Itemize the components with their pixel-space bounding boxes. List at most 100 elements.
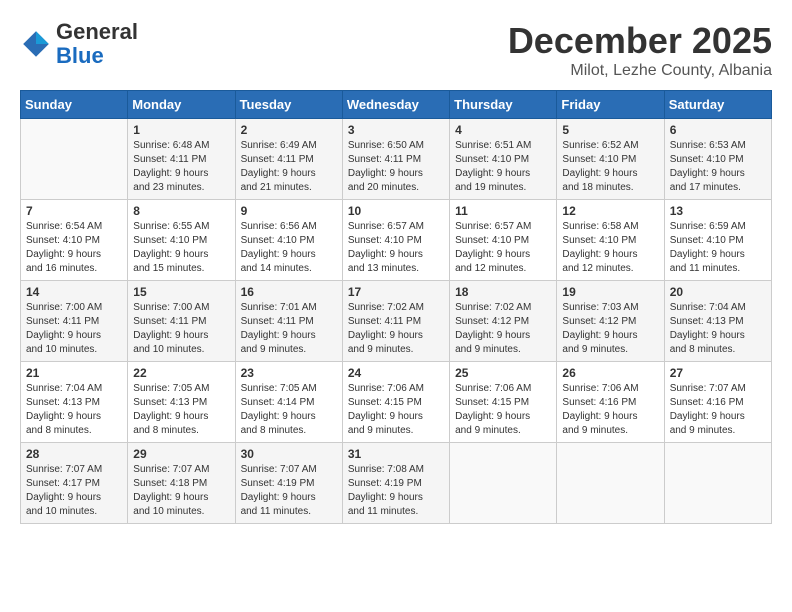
day-info: Sunrise: 7:06 AM Sunset: 4:15 PM Dayligh… <box>455 382 551 438</box>
day-info: Sunrise: 7:00 AM Sunset: 4:11 PM Dayligh… <box>133 301 229 357</box>
day-number: 29 <box>133 447 229 461</box>
day-number: 24 <box>348 366 444 380</box>
calendar-cell: 14Sunrise: 7:00 AM Sunset: 4:11 PM Dayli… <box>21 281 128 362</box>
calendar-table: SundayMondayTuesdayWednesdayThursdayFrid… <box>20 90 772 524</box>
day-info: Sunrise: 7:05 AM Sunset: 4:13 PM Dayligh… <box>133 382 229 438</box>
day-info: Sunrise: 7:07 AM Sunset: 4:18 PM Dayligh… <box>133 463 229 519</box>
calendar-cell: 30 Sunrise: 7:07 AM Sunset: 4:19 PM Dayli… <box>235 443 342 524</box>
day-number: 6 <box>670 123 766 137</box>
day-number: 26 <box>562 366 658 380</box>
day-number: 19 <box>562 285 658 299</box>
calendar-cell: 29 Sunrise: 7:07 AM Sunset: 4:18 PM Dayli… <box>128 443 235 524</box>
calendar-cell: 4 Sunrise: 6:51 AM Sunset: 4:10 PM Daylig… <box>450 119 557 200</box>
calendar-cell: 16 Sunrise: 7:01 AM Sunset: 4:11 PM Dayli… <box>235 281 342 362</box>
logo-general-text: General <box>56 19 138 44</box>
day-info: Sunrise: 6:48 AM Sunset: 4:11 PM Dayligh… <box>133 139 229 195</box>
day-number: 27 <box>670 366 766 380</box>
day-number: 5 <box>562 123 658 137</box>
page-header: General Blue December 2025 Milot, Lezhe … <box>20 20 772 80</box>
calendar-cell: 15 Sunrise: 7:00 AM Sunset: 4:11 PM Dayli… <box>128 281 235 362</box>
col-header-sunday: Sunday <box>21 91 128 119</box>
col-header-wednesday: Wednesday <box>342 91 449 119</box>
col-header-tuesday: Tuesday <box>235 91 342 119</box>
calendar-cell <box>664 443 771 524</box>
calendar-cell: 21Sunrise: 7:04 AM Sunset: 4:13 PM Dayli… <box>21 362 128 443</box>
calendar-cell: 10Sunrise: 6:57 AM Sunset: 4:10 PM Dayli… <box>342 200 449 281</box>
calendar-cell: 19 Sunrise: 7:03 AM Sunset: 4:12 PM Dayli… <box>557 281 664 362</box>
calendar-cell: 2 Sunrise: 6:49 AM Sunset: 4:11 PM Daylig… <box>235 119 342 200</box>
day-number: 25 <box>455 366 551 380</box>
day-info: Sunrise: 6:49 AM Sunset: 4:11 PM Dayligh… <box>241 139 337 195</box>
calendar-cell: 5 Sunrise: 6:52 AM Sunset: 4:10 PM Daylig… <box>557 119 664 200</box>
calendar-cell <box>450 443 557 524</box>
calendar-cell: 28 Sunrise: 7:07 AM Sunset: 4:17 PM Dayli… <box>21 443 128 524</box>
calendar-cell: 11 Sunrise: 6:57 AM Sunset: 4:10 PM Dayli… <box>450 200 557 281</box>
calendar-cell <box>557 443 664 524</box>
day-number: 20 <box>670 285 766 299</box>
day-number: 4 <box>455 123 551 137</box>
day-info: Sunrise: 7:01 AM Sunset: 4:11 PM Dayligh… <box>241 301 337 357</box>
calendar-week-row: 7Sunrise: 6:54 AM Sunset: 4:10 PM Daylig… <box>21 200 772 281</box>
day-number: 18 <box>455 285 551 299</box>
day-info: Sunrise: 7:03 AM Sunset: 4:12 PM Dayligh… <box>562 301 658 357</box>
logo: General Blue <box>20 20 138 68</box>
location-title: Milot, Lezhe County, Albania <box>508 62 772 80</box>
day-info: Sunrise: 6:56 AM Sunset: 4:10 PM Dayligh… <box>241 220 337 276</box>
day-info: Sunrise: 6:58 AM Sunset: 4:10 PM Dayligh… <box>562 220 658 276</box>
day-info: Sunrise: 6:52 AM Sunset: 4:10 PM Dayligh… <box>562 139 658 195</box>
day-number: 7 <box>26 204 122 218</box>
calendar-cell: 25 Sunrise: 7:06 AM Sunset: 4:15 PM Dayli… <box>450 362 557 443</box>
day-number: 30 <box>241 447 337 461</box>
calendar-cell: 23Sunrise: 7:05 AM Sunset: 4:14 PM Dayli… <box>235 362 342 443</box>
day-number: 21 <box>26 366 122 380</box>
calendar-cell: 26 Sunrise: 7:06 AM Sunset: 4:16 PM Dayli… <box>557 362 664 443</box>
day-number: 11 <box>455 204 551 218</box>
day-info: Sunrise: 7:06 AM Sunset: 4:16 PM Dayligh… <box>562 382 658 438</box>
day-info: Sunrise: 7:06 AM Sunset: 4:15 PM Dayligh… <box>348 382 444 438</box>
day-number: 17 <box>348 285 444 299</box>
logo-blue-text: Blue <box>56 43 104 68</box>
calendar-week-row: 14 Sunrise: 7:00 AM Sunset: 4:11 PM Dayli… <box>21 281 772 362</box>
calendar-cell: 18 Sunrise: 7:02 AM Sunset: 4:12 PM Dayli… <box>450 281 557 362</box>
calendar-cell: 6Sunrise: 6:53 AM Sunset: 4:10 PM Daylig… <box>664 119 771 200</box>
calendar-cell: 22 Sunrise: 7:05 AM Sunset: 4:13 PM Dayli… <box>128 362 235 443</box>
day-info: Sunrise: 6:55 AM Sunset: 4:10 PM Dayligh… <box>133 220 229 276</box>
day-info: Sunrise: 7:07 AM Sunset: 4:16 PM Dayligh… <box>670 382 766 438</box>
day-number: 28 <box>26 447 122 461</box>
col-header-saturday: Saturday <box>664 91 771 119</box>
day-number: 2 <box>241 123 337 137</box>
calendar-cell: 7Sunrise: 6:54 AM Sunset: 4:10 PM Daylig… <box>21 200 128 281</box>
calendar-cell: 8 Sunrise: 6:55 AM Sunset: 4:10 PM Daylig… <box>128 200 235 281</box>
calendar-cell <box>21 119 128 200</box>
day-info: Sunrise: 7:07 AM Sunset: 4:17 PM Dayligh… <box>26 463 122 519</box>
calendar-week-row: 1Sunrise: 6:48 AM Sunset: 4:11 PM Daylig… <box>21 119 772 200</box>
day-info: Sunrise: 7:02 AM Sunset: 4:12 PM Dayligh… <box>455 301 551 357</box>
day-number: 22 <box>133 366 229 380</box>
day-info: Sunrise: 6:59 AM Sunset: 4:10 PM Dayligh… <box>670 220 766 276</box>
col-header-monday: Monday <box>128 91 235 119</box>
calendar-cell: 31Sunrise: 7:08 AM Sunset: 4:19 PM Dayli… <box>342 443 449 524</box>
calendar-cell: 17Sunrise: 7:02 AM Sunset: 4:11 PM Dayli… <box>342 281 449 362</box>
day-number: 23 <box>241 366 337 380</box>
day-number: 3 <box>348 123 444 137</box>
calendar-cell: 27 Sunrise: 7:07 AM Sunset: 4:16 PM Dayli… <box>664 362 771 443</box>
day-number: 14 <box>26 285 122 299</box>
day-number: 16 <box>241 285 337 299</box>
title-block: December 2025 Milot, Lezhe County, Alban… <box>508 20 772 80</box>
calendar-header-row: SundayMondayTuesdayWednesdayThursdayFrid… <box>21 91 772 119</box>
day-info: Sunrise: 7:08 AM Sunset: 4:19 PM Dayligh… <box>348 463 444 519</box>
calendar-cell: 24 Sunrise: 7:06 AM Sunset: 4:15 PM Dayli… <box>342 362 449 443</box>
logo-icon <box>20 28 52 60</box>
day-number: 9 <box>241 204 337 218</box>
day-number: 13 <box>670 204 766 218</box>
day-info: Sunrise: 6:50 AM Sunset: 4:11 PM Dayligh… <box>348 139 444 195</box>
day-info: Sunrise: 6:57 AM Sunset: 4:10 PM Dayligh… <box>455 220 551 276</box>
calendar-cell: 1Sunrise: 6:48 AM Sunset: 4:11 PM Daylig… <box>128 119 235 200</box>
col-header-thursday: Thursday <box>450 91 557 119</box>
day-info: Sunrise: 6:51 AM Sunset: 4:10 PM Dayligh… <box>455 139 551 195</box>
day-number: 15 <box>133 285 229 299</box>
day-info: Sunrise: 7:07 AM Sunset: 4:19 PM Dayligh… <box>241 463 337 519</box>
calendar-week-row: 28 Sunrise: 7:07 AM Sunset: 4:17 PM Dayli… <box>21 443 772 524</box>
day-number: 8 <box>133 204 229 218</box>
day-number: 12 <box>562 204 658 218</box>
